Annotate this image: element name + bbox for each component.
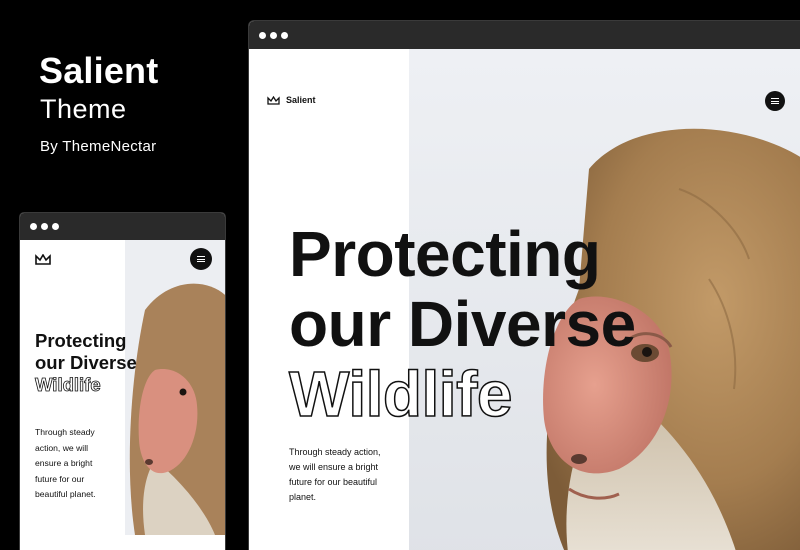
body-line: ensure a bright (35, 458, 93, 468)
hero-headline-line: Protecting (35, 330, 127, 351)
crown-logo-icon[interactable] (35, 254, 51, 265)
promo-subtitle: Theme (40, 94, 127, 124)
site-logo-text: Salient (286, 95, 316, 105)
hero-headline-outline: Wildlife (35, 374, 101, 396)
menu-button[interactable] (190, 248, 212, 270)
body-line: action, we will (35, 442, 89, 453)
promo-title: Salient (39, 50, 159, 91)
body-line: future for our (35, 473, 85, 484)
desktop-window-bar (249, 21, 800, 49)
mobile-hero-headline: Protecting our Diverse Wildlife (35, 330, 137, 396)
hero-headline-line: Protecting (289, 218, 601, 290)
body-line: we will ensure a bright (289, 462, 379, 472)
menu-icon (771, 98, 779, 104)
mobile-monkey-image (125, 240, 225, 535)
hero-headline-line: our Diverse (35, 352, 137, 373)
window-dot (281, 31, 288, 39)
promo-byline: By ThemeNectar (40, 138, 157, 155)
hero-headline: Protecting our Diverse Wildlife (288, 218, 636, 430)
body-line: planet. (289, 492, 317, 502)
desktop-page: Salient Protecting our Diverse Wildlife … (249, 49, 800, 550)
window-dot (270, 31, 277, 39)
menu-button[interactable] (765, 91, 785, 111)
body-line: beautiful planet. (35, 489, 96, 499)
site-logo[interactable]: Salient (267, 95, 316, 105)
window-dot (259, 31, 266, 39)
mobile-hero-body-text: Through steady action, we will ensure a … (35, 425, 115, 503)
desktop-preview: Salient Protecting our Diverse Wildlife … (248, 20, 800, 550)
mobile-window-bar (20, 213, 225, 240)
hero-body-text: Through steady action, we will ensure a … (289, 445, 399, 505)
window-dot (52, 223, 59, 230)
body-line: Through steady action, (289, 447, 381, 457)
body-line: Through steady (35, 427, 95, 437)
mobile-preview: Protecting our Diverse Wildlife Through … (19, 212, 226, 550)
body-line: future for our beautiful (289, 477, 378, 487)
menu-icon (197, 256, 205, 262)
window-dot (41, 223, 48, 230)
crown-logo-icon (267, 95, 280, 105)
window-dot (30, 223, 37, 230)
hero-headline-outline: Wildlife (288, 358, 513, 430)
hero-headline-line: our Diverse (289, 288, 636, 360)
mobile-page: Protecting our Diverse Wildlife Through … (20, 240, 225, 550)
